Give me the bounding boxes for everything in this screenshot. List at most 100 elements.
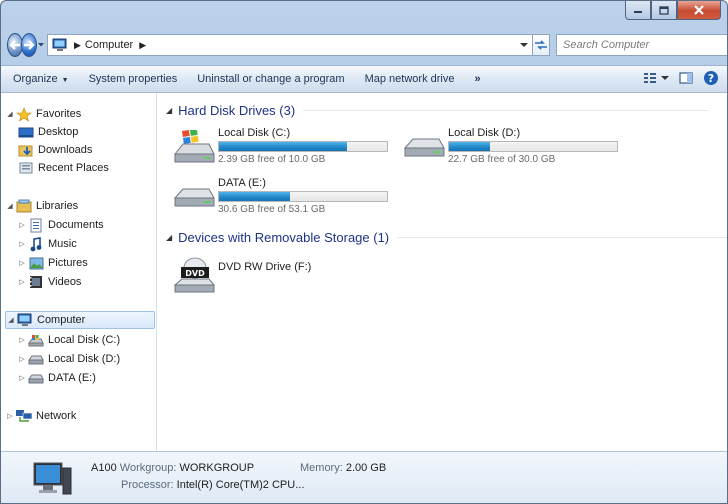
expanded-arrow-icon[interactable]: ◢ — [5, 202, 15, 210]
nav-downloads-label: Downloads — [38, 144, 93, 156]
documents-icon — [27, 217, 45, 233]
minimize-button[interactable] — [625, 1, 651, 20]
music-icon — [27, 236, 45, 252]
breadcrumb-separator[interactable]: ▶ — [74, 40, 81, 51]
nav-videos-label: Videos — [48, 276, 82, 288]
drive-item-c[interactable]: Local Disk (C:) 2.39 GB free of 10.0 GB — [172, 127, 388, 167]
nav-data-e-label: DATA (E:) — [48, 372, 96, 384]
nav-desktop[interactable]: Desktop — [17, 123, 78, 141]
nav-local-disk-d-label: Local Disk (D:) — [48, 353, 121, 365]
breadcrumb-computer[interactable]: Computer — [85, 39, 133, 51]
expanded-arrow-icon[interactable]: ◢ — [5, 110, 15, 118]
drive-usage-fill — [449, 142, 490, 151]
nav-pictures[interactable]: ▷ Pictures — [17, 254, 88, 272]
help-icon: ? — [704, 71, 718, 85]
collapsed-arrow-icon[interactable]: ▷ — [17, 355, 27, 363]
maximize-icon — [659, 5, 669, 15]
drive-item-d[interactable]: Local Disk (D:) 22.7 GB free of 30.0 GB — [402, 127, 618, 167]
search-box[interactable] — [556, 34, 727, 56]
drive-usage-fill — [219, 142, 347, 151]
drive-free-space: 22.7 GB free of 30.0 GB — [448, 154, 556, 165]
nav-data-e[interactable]: ▷ DATA (E:) — [17, 369, 96, 387]
drive-free-space: 30.6 GB free of 53.1 GB — [218, 204, 326, 215]
minimize-icon — [634, 11, 642, 13]
organize-menu[interactable]: Organize ▼ — [13, 73, 69, 85]
refresh-icon — [535, 40, 547, 50]
nav-recent-places[interactable]: Recent Places — [17, 159, 109, 177]
nav-videos[interactable]: ▷ Videos — [17, 273, 81, 291]
network-icon — [15, 408, 33, 424]
collapsed-arrow-icon[interactable]: ▷ — [17, 278, 27, 286]
nav-downloads[interactable]: Downloads — [17, 141, 92, 159]
nav-local-disk-d[interactable]: ▷ Local Disk (D:) — [17, 350, 120, 368]
collapsed-arrow-icon[interactable]: ▷ — [17, 240, 27, 248]
group-divider — [397, 237, 727, 238]
hard-drive-icon — [402, 127, 446, 167]
collapsed-arrow-icon[interactable]: ▷ — [17, 336, 27, 344]
maximize-button[interactable] — [651, 1, 677, 20]
refresh-button[interactable] — [533, 34, 550, 56]
system-properties-button[interactable]: System properties — [89, 73, 178, 85]
chevron-down-icon: ▼ — [61, 77, 69, 84]
computer-name: A100 — [91, 462, 117, 474]
collapsed-arrow-icon[interactable]: ▷ — [5, 412, 15, 420]
close-icon — [694, 5, 704, 15]
group-removable-storage[interactable]: ◢ Devices with Removable Storage (1) — [166, 230, 727, 245]
content-area: ◢ Favorites Desktop Downloads Recent Pla… — [1, 93, 727, 451]
explorer-window: ▶ Computer ▶ Organize▼ System properties… — [0, 0, 728, 504]
breadcrumb-separator[interactable]: ▶ — [139, 40, 146, 51]
details-processor: Processor: Intel(R) Core(TM)2 CPU... — [121, 479, 304, 491]
drive-item-e[interactable]: DATA (E:) 30.6 GB free of 53.1 GB — [172, 177, 388, 217]
collapsed-arrow-icon[interactable]: ▷ — [17, 259, 27, 267]
group-removable-storage-label: Devices with Removable Storage (1) — [178, 230, 390, 245]
group-hard-disk-drives[interactable]: ◢ Hard Disk Drives (3) — [166, 103, 710, 118]
drive-item-dvd[interactable]: DVD DVD RW Drive (F:) — [172, 253, 311, 295]
nav-documents[interactable]: ▷ Documents — [17, 216, 104, 234]
collapsed-arrow-icon[interactable]: ▷ — [17, 221, 27, 229]
more-commands-button[interactable]: » — [474, 73, 480, 85]
address-history-dropdown[interactable] — [516, 35, 532, 55]
star-icon — [15, 106, 33, 122]
drive-name: DVD RW Drive (F:) — [218, 261, 312, 273]
search-input[interactable] — [563, 39, 727, 51]
drive-usage-bar — [448, 141, 618, 152]
recent-places-icon — [17, 160, 35, 176]
close-button[interactable] — [677, 1, 721, 20]
address-bar[interactable]: ▶ Computer ▶ — [47, 34, 533, 56]
drive-free-space: 2.39 GB free of 10.0 GB — [218, 154, 326, 165]
nav-local-disk-c[interactable]: ▷ Local Disk (C:) — [17, 331, 120, 349]
nav-recent-places-label: Recent Places — [38, 162, 109, 174]
nav-favorites-label: Favorites — [36, 108, 82, 120]
memory-value: 2.00 GB — [345, 462, 387, 474]
nav-computer[interactable]: ◢ Computer — [5, 311, 155, 329]
forward-button[interactable] — [21, 33, 37, 57]
nav-network-label: Network — [36, 410, 77, 422]
drive-name: DATA (E:) — [218, 177, 266, 189]
group-hard-disk-drives-label: Hard Disk Drives (3) — [178, 103, 296, 118]
map-network-drive-button[interactable]: Map network drive — [365, 73, 455, 85]
drive-usage-fill — [219, 192, 291, 201]
expanded-arrow-icon[interactable]: ◢ — [6, 316, 16, 324]
recent-pages-dropdown[interactable] — [37, 33, 45, 57]
nav-favorites[interactable]: ◢ Favorites — [5, 105, 81, 123]
chevron-down-icon — [661, 76, 669, 80]
chevron-down-icon — [520, 43, 528, 47]
nav-pictures-label: Pictures — [48, 257, 88, 269]
nav-libraries[interactable]: ◢ Libraries — [5, 197, 78, 215]
nav-network[interactable]: ▷ Network — [5, 407, 76, 425]
change-view-button[interactable] — [643, 71, 669, 85]
group-divider — [303, 110, 710, 111]
collapsed-arrow-icon[interactable]: ▷ — [17, 374, 27, 382]
computer-icon — [31, 460, 73, 500]
view-options-icon — [644, 73, 656, 83]
drive-name: Local Disk (D:) — [448, 127, 521, 139]
nav-desktop-label: Desktop — [38, 126, 79, 138]
hard-drive-icon — [172, 177, 216, 217]
drive-usage-bar — [218, 141, 388, 152]
nav-music[interactable]: ▷ Music — [17, 235, 77, 253]
nav-documents-label: Documents — [48, 219, 104, 231]
memory-label: Memory: — [300, 462, 343, 474]
help-button[interactable]: ? — [703, 70, 719, 86]
preview-pane-button[interactable] — [679, 71, 693, 85]
uninstall-program-button[interactable]: Uninstall or change a program — [197, 73, 344, 85]
